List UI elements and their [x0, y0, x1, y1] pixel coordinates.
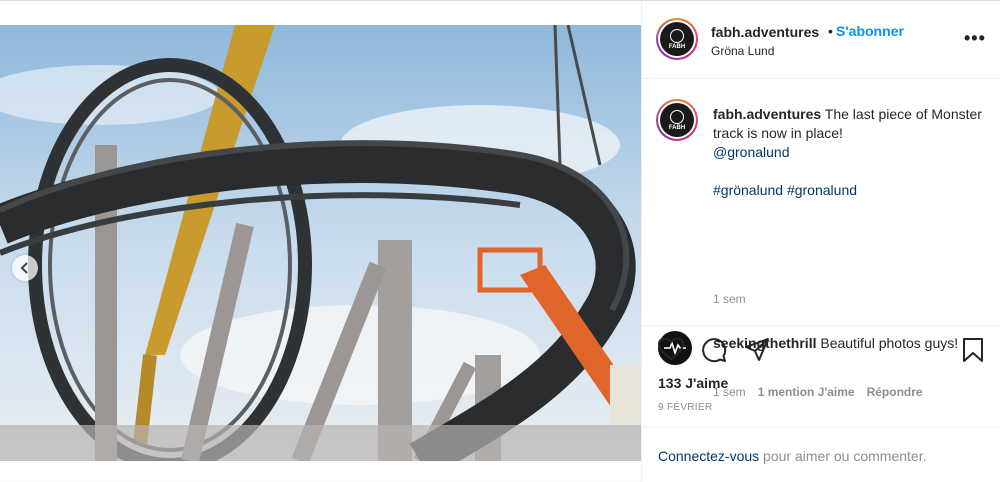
reply-button[interactable]: Répondre: [867, 385, 923, 399]
post-header: FABH fabh.adventures • S'abonner Gröna L…: [642, 1, 1000, 79]
avatar-logo-text: FABH: [668, 43, 686, 50]
comment-likes[interactable]: 1 mention J'aime: [758, 385, 855, 399]
avatar-logo-text: FABH: [668, 124, 686, 131]
bookmark-icon[interactable]: [962, 337, 984, 363]
post-actions: [642, 327, 1000, 377]
comment-meta: 1 sem 1 mention J'aime Répondre: [713, 385, 923, 399]
chevron-left-icon: [20, 262, 28, 274]
caption-username[interactable]: fabh.adventures: [713, 106, 821, 122]
login-link[interactable]: Connectez-vous: [658, 448, 759, 464]
post-date[interactable]: 9 FÉVRIER: [658, 402, 712, 413]
author-avatar[interactable]: FABH: [656, 18, 698, 60]
post-sidebar: FABH fabh.adventures • S'abonner Gröna L…: [641, 1, 1000, 482]
separator-dot: •: [828, 23, 833, 39]
comments-section: FABH fabh.adventures The last piece of M…: [642, 79, 1000, 399]
caption-text: fabh.adventures The last piece of Monste…: [713, 105, 983, 200]
caption-avatar[interactable]: FABH: [656, 99, 698, 141]
login-text: Connectez-vous pour aimer ou commenter.: [658, 448, 926, 464]
post-modal: FABH fabh.adventures • S'abonner Gröna L…: [0, 0, 1000, 482]
previous-photo-button[interactable]: [12, 255, 38, 281]
share-icon[interactable]: [744, 337, 770, 363]
mention-link[interactable]: @gronalund: [713, 144, 790, 160]
follow-button[interactable]: S'abonner: [836, 23, 904, 39]
rollercoaster-image: [0, 25, 641, 461]
more-icon[interactable]: •••: [964, 28, 986, 49]
caption-time[interactable]: 1 sem: [713, 292, 746, 306]
post-photo[interactable]: [0, 25, 641, 461]
comment-icon[interactable]: [701, 337, 727, 363]
login-prompt: Connectez-vous pour aimer ou commenter.: [642, 427, 1000, 482]
heart-icon[interactable]: [658, 337, 684, 361]
author-username[interactable]: fabh.adventures: [711, 24, 819, 40]
post-location[interactable]: Gröna Lund: [711, 44, 774, 58]
likes-count[interactable]: 133 J'aime: [658, 375, 728, 391]
hashtags-link[interactable]: #grönalund #gronalund: [713, 182, 857, 198]
login-rest: pour aimer ou commenter.: [759, 448, 927, 464]
